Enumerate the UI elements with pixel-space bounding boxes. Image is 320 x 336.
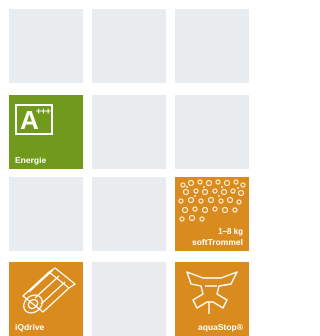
feature-tile-empty (92, 262, 166, 336)
feature-label-energie: Energie (15, 155, 47, 165)
feature-tile-iqdrive[interactable]: iQdrive (9, 262, 83, 336)
feature-label-softtrommel: softTrommel (191, 237, 243, 247)
feature-label-iqdrive: iQdrive (15, 322, 45, 332)
feature-tile-empty (92, 9, 166, 83)
feature-tile-empty (92, 95, 166, 169)
energy-class-plus: +++ (36, 106, 51, 116)
feature-tile-empty (175, 9, 249, 83)
energy-rating-badge: A +++ (15, 104, 53, 135)
feature-tile-empty (175, 95, 249, 169)
feature-tile-empty (9, 177, 83, 251)
feature-tile-energie[interactable]: A +++ Energie (9, 95, 83, 169)
feature-tile-aquastop[interactable]: aquaStop® (175, 262, 249, 336)
footnote-number: 5 (242, 262, 248, 273)
feature-tile-softtrommel[interactable]: 1–8 kg softTrommel (175, 177, 249, 251)
feature-label-aquastop: aquaStop® (198, 322, 243, 332)
feature-tile-empty (92, 177, 166, 251)
drum-capacity: 1–8 kg (218, 227, 243, 236)
feature-tile-empty (9, 9, 83, 83)
